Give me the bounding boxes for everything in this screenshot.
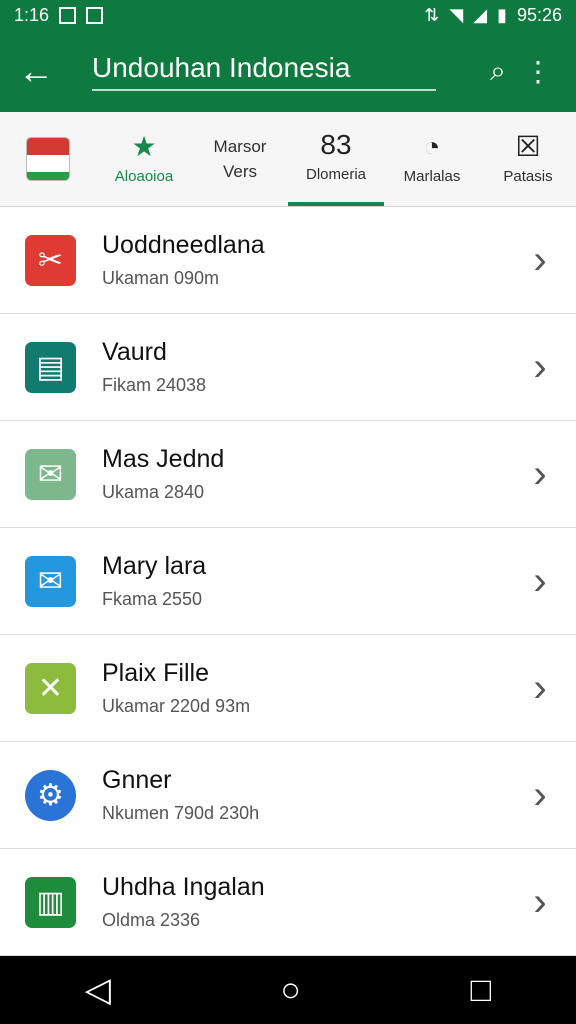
item-subtitle: Fkama 2550 <box>102 589 203 609</box>
wifi-icon: ◥ <box>449 4 464 25</box>
book-icon: ▥ <box>25 876 76 928</box>
chevron-right-icon[interactable]: › <box>526 452 554 497</box>
notification-icon <box>59 6 77 24</box>
number-icon: 83 <box>320 129 352 160</box>
back-arrow-icon[interactable]: ← <box>18 53 76 89</box>
list-item[interactable]: ✂ Uoddneedlana Ukaman 090m › <box>0 207 576 314</box>
indonesia-flag-icon <box>26 137 70 181</box>
item-list: ✂ Uoddneedlana Ukaman 090m › ▤ Vaurd Fikam 24… <box>0 207 576 956</box>
search-icon[interactable]: ⌕ <box>478 55 518 88</box>
item-name: Vaurd <box>102 338 167 366</box>
tools-icon: ✂ <box>25 234 76 286</box>
item-name: Gnner <box>102 766 172 794</box>
tab-label: Dlomeria <box>305 166 366 183</box>
chevron-right-icon[interactable]: › <box>526 773 554 818</box>
item-name: Mary lara <box>102 552 207 580</box>
vibration-icon: ⇅ <box>424 4 440 25</box>
item-subtitle: Ukaman 090m <box>102 268 220 288</box>
item-subtitle: Ukama 2840 <box>102 482 205 502</box>
item-subtitle: Ukamar 220d 93m <box>102 696 251 716</box>
more-options-icon[interactable]: ⋮ <box>518 55 558 88</box>
status-right: ⇅ ◥ ◢ ▮ 95:26 <box>424 5 562 26</box>
list-item[interactable]: ⚙ Gnner Nkumen 790d 230h › <box>0 742 576 849</box>
tab-favorites[interactable]: ★ Aloaoioa <box>96 112 192 206</box>
tab-label: Marsor Vers <box>213 137 267 181</box>
status-left: 1:16 <box>14 4 104 26</box>
recent-apps-square-icon[interactable]: □ <box>471 971 492 1010</box>
item-subtitle: Fikam 24038 <box>102 375 207 395</box>
gear-icon: ⚙ <box>25 769 76 821</box>
signal-icon: ◢ <box>473 4 488 25</box>
list-item[interactable]: ✕ Plaix Fille Ukamar 220d 93m › <box>0 635 576 742</box>
mail-icon: ✉ <box>25 448 76 500</box>
list-item[interactable]: ✉ Mas Jednd Ukama 2840 › <box>0 421 576 528</box>
tab-flag[interactable] <box>0 112 96 206</box>
list-item[interactable]: ▥ Uhdha Ingalan Oldma 2336 › <box>0 849 576 956</box>
app-bar: ← Undouhan Indonesia ⌕ ⋮ <box>0 30 576 112</box>
tab-label: Aloaoioa <box>114 168 174 185</box>
clock-icon: ◔ <box>423 131 441 162</box>
item-name: Uhdha Ingalan <box>102 873 265 901</box>
system-navigation-bar: ◁ ○ □ <box>0 956 576 1024</box>
item-name: Mas Jednd <box>102 445 225 473</box>
chevron-right-icon[interactable]: › <box>526 880 554 925</box>
file-icon: ✕ <box>25 662 76 714</box>
status-time: 1:16 <box>14 4 50 25</box>
tab-versions[interactable]: Marsor Vers <box>192 112 288 206</box>
list-item[interactable]: ✉ Mary lara Fkama 2550 › <box>0 528 576 635</box>
list-item[interactable]: ▤ Vaurd Fikam 24038 › <box>0 314 576 421</box>
star-icon: ★ <box>131 131 157 162</box>
back-triangle-icon[interactable]: ◁ <box>85 970 111 1010</box>
screenshot-icon <box>86 6 104 24</box>
tab-patasis[interactable]: ☒ Patasis <box>480 112 576 206</box>
tab-label: Marlalas <box>403 168 461 185</box>
category-tabs: ★ Aloaoioa Marsor Vers 83 Dlomeria ◔ Mar… <box>0 112 576 207</box>
tab-domains[interactable]: 83 Dlomeria <box>288 112 384 206</box>
tab-label: Patasis <box>503 168 553 185</box>
home-circle-icon[interactable]: ○ <box>281 971 302 1010</box>
status-bar: 1:16 ⇅ ◥ ◢ ▮ 95:26 <box>0 0 576 30</box>
chevron-right-icon[interactable]: › <box>526 345 554 390</box>
envelope-icon: ✉ <box>25 555 76 607</box>
document-icon: ▤ <box>25 341 76 393</box>
item-name: Uoddneedlana <box>102 231 265 259</box>
item-subtitle: Nkumen 790d 230h <box>102 803 260 823</box>
page-title: Undouhan Indonesia <box>92 52 436 91</box>
battery-icon: ▮ <box>497 4 507 25</box>
chevron-right-icon[interactable]: › <box>526 238 554 283</box>
chevron-right-icon[interactable]: › <box>526 666 554 711</box>
item-subtitle: Oldma 2336 <box>102 910 201 930</box>
chevron-right-icon[interactable]: › <box>526 559 554 604</box>
item-name: Plaix Fille <box>102 659 209 687</box>
close-box-icon: ☒ <box>515 131 541 162</box>
status-right-time: 95:26 <box>516 4 562 25</box>
tab-materials[interactable]: ◔ Marlalas <box>384 112 480 206</box>
